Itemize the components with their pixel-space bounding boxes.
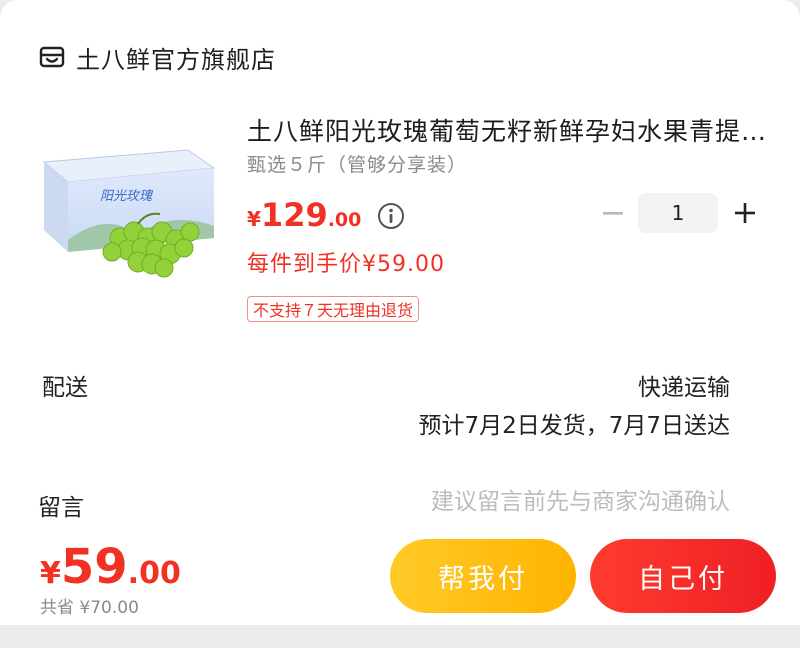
delivery-label: 配送 xyxy=(42,375,88,401)
delivery-eta: 预计7月2日发货，7月7日送达 xyxy=(418,413,730,439)
no-return-badge: 不支持７天无理由退货 xyxy=(247,296,420,322)
total-decimal: .00 xyxy=(127,556,181,591)
quantity-value[interactable]: 1 xyxy=(638,193,718,233)
product-title[interactable]: 土八鲜阳光玫瑰葡萄无籽新鲜孕妇水果青提... xyxy=(247,112,767,148)
self-pay-button[interactable]: 自己付 xyxy=(590,539,776,613)
price-currency: ¥ xyxy=(247,207,261,231)
increase-button[interactable] xyxy=(732,200,758,226)
help-pay-button[interactable]: 帮我付 xyxy=(390,539,576,613)
total-currency: ¥ xyxy=(40,556,61,591)
store-name: 土八鲜官方旗舰店 xyxy=(76,45,276,74)
price-integer: 129 xyxy=(260,196,328,234)
product-spec[interactable]: 甄选５斤（管够分享装） xyxy=(247,150,467,177)
checkout-bar: ¥ 59 .00 共省 ¥70.00 帮我付 自己付 xyxy=(0,525,800,625)
total-integer: 59 xyxy=(60,539,128,595)
info-icon[interactable] xyxy=(377,202,405,230)
delivery-method[interactable]: 快递运输 xyxy=(638,368,730,402)
saved-amount: 共省 ¥70.00 xyxy=(40,598,139,618)
net-price: 每件到手价¥59.00 xyxy=(247,252,445,277)
order-card: 土八鲜官方旗舰店 阳光玫瑰 土八鲜阳光玫瑰葡萄无籽新鲜孕妇水果青提... 甄选５… xyxy=(0,0,800,560)
message-input[interactable] xyxy=(350,486,730,518)
price-decimal: .00 xyxy=(327,209,362,231)
quantity-stepper: 1 xyxy=(600,193,758,233)
decrease-button[interactable] xyxy=(600,200,626,226)
message-label: 留言 xyxy=(38,495,84,521)
store-icon xyxy=(38,43,66,71)
product-image[interactable]: 阳光玫瑰 xyxy=(38,140,218,280)
store-header[interactable]: 土八鲜官方旗舰店 xyxy=(38,40,276,74)
total-price: ¥ 59 .00 xyxy=(40,539,181,595)
unit-price: ¥ 129 .00 xyxy=(247,196,405,236)
product-image-text: 阳光玫瑰 xyxy=(100,189,154,204)
